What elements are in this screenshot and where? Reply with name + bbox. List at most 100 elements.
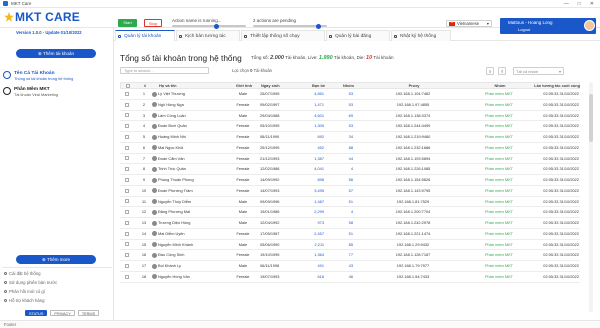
tab-logs[interactable]: Nhật ký hệ thống [391, 30, 451, 41]
sidebar-link-feedback[interactable]: Phản hồi mới có gì [4, 289, 45, 294]
sidebar: ⊕ Thêm tài khoản Tên Cá Tài Khoản Thông … [0, 28, 114, 320]
speed-slider-left[interactable] [172, 23, 246, 29]
sidebar-item-accounts[interactable]: Tên Cá Tài Khoản Thông số tài khoản tron… [3, 71, 73, 81]
account-gender: Male [238, 209, 248, 215]
account-gender: Female [236, 166, 250, 172]
account-gender: Female [236, 134, 250, 139]
table-row[interactable]: 6 Mai Ngọc Khôi Female 25/12/1995 452 88 192.1… [120, 143, 580, 154]
sidebar-link-label: Phản hồi mới có gì [9, 289, 46, 294]
proxy-address: 192.168.1.79:7977 [396, 263, 430, 268]
summary-die: 10 [366, 55, 373, 61]
table-row[interactable]: 15 Nguyễn Minh Khánh Male 05/06/1990 2,211 85… [120, 240, 580, 251]
row-number: 18 [141, 273, 147, 279]
account-name: Đoàn Bích Quân [158, 123, 187, 129]
table-row[interactable]: 17 Bùi Khánh Ly Male 06/11/1998 491 43 192.168… [120, 261, 580, 272]
row-checkbox[interactable] [125, 207, 129, 217]
table-row[interactable]: 1 Lý Việt Thương Male 25/07/1995 4,851 53 192.… [120, 89, 580, 100]
avatar [152, 242, 157, 247]
proxy-address: 192.168.1.138:3374 [395, 112, 431, 118]
status-pill[interactable]: STATUS [25, 310, 48, 316]
minimize-button[interactable]: — [564, 1, 569, 7]
search-input[interactable]: Type to search... [120, 67, 209, 74]
table-row[interactable]: 2 Ngô Hồng Nga Female 09/02/1997 1,471 53 192.… [120, 100, 580, 111]
last-interaction: 02:05:33 31/10/2022 [543, 273, 579, 279]
table-row[interactable]: 10 Đoàn Phương Trâm Female 14/07/1993 3,495 5… [120, 186, 580, 197]
table-row[interactable]: 16 Đào Công Sinh Female 19/10/1995 1,364 77 19… [120, 250, 580, 261]
table-row[interactable]: 11 Nguyễn Thùy Diễm Male 09/09/1996 1,487 51 1… [120, 197, 580, 208]
stop-button[interactable]: Stop [144, 19, 162, 27]
group-select[interactable]: Tất cả nhóm ▾ [513, 67, 564, 75]
friends-count: 1,487 [314, 198, 324, 204]
privacy-pill[interactable]: PRIVACY [50, 310, 75, 316]
row-checkbox[interactable] [125, 143, 129, 153]
avatar [152, 145, 157, 151]
sidebar-link-support[interactable]: Hỗ trợ khách hàng [4, 298, 45, 303]
brand-logo: MKT CARE [4, 10, 80, 24]
table-row[interactable]: 8 Trịnh Trúc Quân Female 12/02/1988 4,041 4 19… [120, 164, 580, 175]
more-button[interactable]: ⊕ Thêm more [16, 255, 96, 264]
tab-scripts[interactable]: Kịch bản tương tác [176, 30, 240, 41]
row-checkbox[interactable] [125, 229, 129, 239]
language-select[interactable]: Vietnamese ▾ [446, 20, 492, 27]
account-dob: 09/09/1996 [260, 198, 280, 204]
groups-count: 77 [348, 252, 353, 258]
tab-run-settings[interactable]: Thiết lập thông số chạy [241, 30, 325, 41]
download-icon[interactable]: ⭳ [486, 67, 494, 75]
last-interaction: 02:05:33 31/10/2022 [543, 134, 579, 139]
table-row[interactable]: 7 Đoàn Cẩm Vân Female 21/12/1993 1,387 44 192.… [120, 154, 580, 165]
friends-count: 2,211 [314, 241, 324, 247]
row-checkbox[interactable] [125, 111, 129, 121]
row-checkbox[interactable] [125, 186, 129, 196]
row-checkbox[interactable] [125, 197, 129, 207]
table-row[interactable]: 13 Trương Diệu Hồng Male 12/04/1992 973 58 192… [120, 218, 580, 229]
add-account-button[interactable]: ⊕ Thêm tài khoản [16, 49, 96, 58]
window-title: MKT Care [11, 1, 32, 6]
row-checkbox[interactable] [125, 154, 129, 164]
scrollbar-thumb[interactable] [589, 94, 593, 142]
friends-count: 1,471 [314, 101, 324, 107]
sidebar-item-software[interactable]: Phần Mềm MKT Tài khoản Viral Marketing [3, 87, 58, 97]
tab-accounts[interactable]: Quản lý tài khoản [115, 30, 175, 41]
row-checkbox[interactable] [125, 132, 129, 142]
sidebar-link-previous[interactable]: Sử dụng phiên bản trước [4, 280, 57, 285]
account-gender: Female [236, 187, 250, 193]
tab-posts[interactable]: Quản lý bài đăng [326, 30, 390, 41]
last-interaction: 02:05:33 31/10/2022 [543, 166, 579, 172]
sidebar-link-settings[interactable]: Cài đặt hệ thống [4, 271, 41, 276]
table-row[interactable]: 18 Nguyễn Hồng Vân Female 19/07/1993 616 46 19… [120, 272, 580, 283]
row-checkbox[interactable] [125, 218, 129, 228]
start-button[interactable]: Start [118, 19, 137, 27]
row-checkbox[interactable] [125, 175, 129, 185]
account-gender: Male [238, 91, 248, 96]
table-row[interactable]: 4 Đoàn Bích Quân Female 05/10/1995 1,309 53 19… [120, 121, 580, 132]
row-checkbox[interactable] [125, 89, 129, 99]
summary-total: 2.000 [270, 55, 284, 61]
row-checkbox[interactable] [125, 100, 129, 110]
summary-label: Die: [356, 55, 365, 60]
upload-icon[interactable]: ⭱ [498, 67, 506, 75]
table-scrollbar[interactable] [589, 82, 593, 312]
terms-pill[interactable]: TERMS [77, 310, 100, 316]
account-dob: 05/06/1990 [260, 241, 280, 247]
last-interaction: 02:05:33 31/10/2022 [543, 187, 579, 193]
footer: Footer [0, 320, 600, 328]
summary-label: Tổng số: [251, 55, 269, 60]
close-button[interactable]: ✕ [590, 1, 594, 7]
row-checkbox[interactable] [125, 121, 129, 131]
row-checkbox[interactable] [125, 250, 129, 260]
account-dob: 14/07/1993 [260, 187, 280, 193]
maximize-button[interactable]: □ [578, 1, 581, 7]
row-checkbox[interactable] [125, 240, 129, 250]
main-content: Tổng số tài khoản trong hệ thống Tổng số… [114, 41, 600, 320]
row-checkbox[interactable] [125, 261, 129, 271]
pending-status: 2 actions are pending [253, 18, 297, 23]
table-row[interactable]: 5 Hoàng Minh Nhi Female 08/11/1990 692 34 192.… [120, 132, 580, 143]
last-interaction: 02:05:33 31/10/2022 [543, 252, 579, 258]
table-row[interactable]: 3 Lâm Công Luận Male 29/04/1988 4,601 69 192.1… [120, 111, 580, 122]
table-row[interactable]: 12 Đặng Phương Mai Male 19/01/1986 2,299 4 192… [120, 207, 580, 218]
row-checkbox[interactable] [125, 272, 129, 282]
table-row[interactable]: 9 Phùng Thuận Phong Female 14/09/1992 898 56 1… [120, 175, 580, 186]
speed-slider-right[interactable] [253, 23, 327, 29]
row-checkbox[interactable] [125, 164, 129, 174]
table-row[interactable]: 14 Mai Diễm Uyên Female 17/05/1987 2,457 51 19… [120, 229, 580, 240]
